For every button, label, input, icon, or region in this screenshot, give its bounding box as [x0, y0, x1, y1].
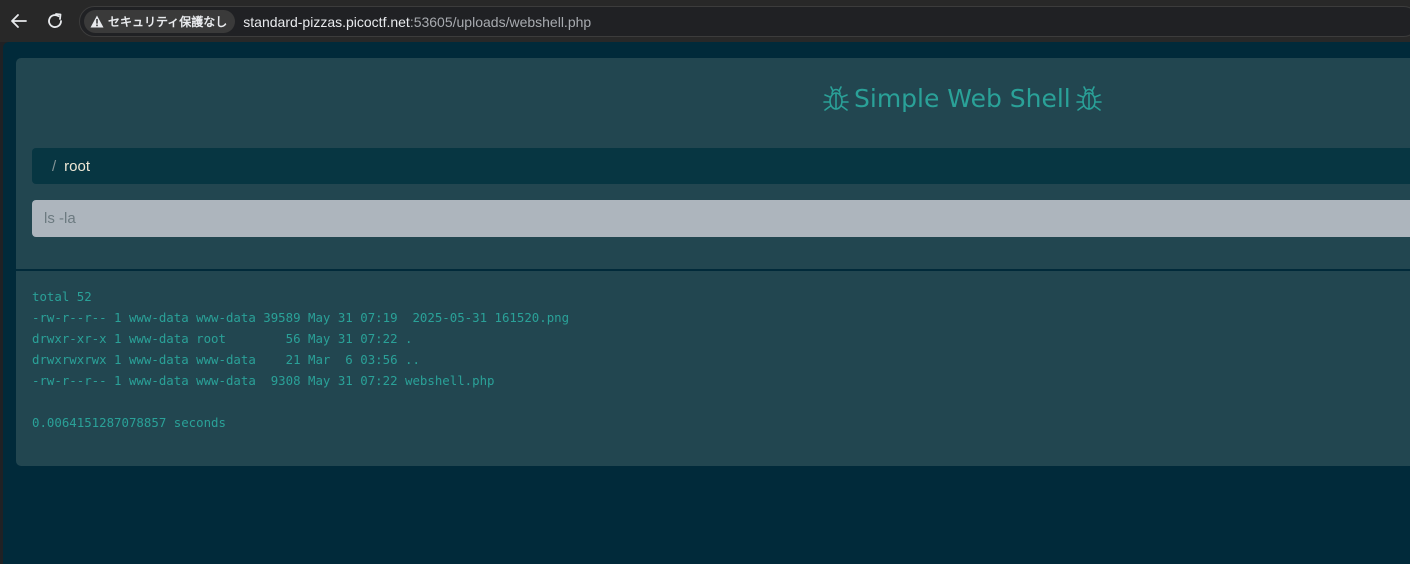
breadcrumb: / root — [32, 148, 1410, 184]
page-title: Simple Web Shell — [16, 82, 1410, 116]
command-input[interactable] — [32, 200, 1410, 237]
url-host: standard-pizzas.picoctf.net — [243, 13, 410, 30]
warning-triangle-icon — [90, 15, 104, 28]
url-text[interactable]: standard-pizzas.picoctf.net:53605/upload… — [243, 14, 591, 30]
bug-icon — [1075, 86, 1102, 111]
breadcrumb-item-root[interactable]: root — [64, 158, 90, 175]
title-text: Simple Web Shell — [854, 84, 1071, 113]
back-button[interactable] — [6, 8, 32, 34]
reload-button[interactable] — [42, 8, 68, 34]
breadcrumb-separator: / — [52, 157, 57, 175]
url-path: :53605/uploads/webshell.php — [409, 13, 592, 30]
bug-icon — [823, 86, 849, 111]
arrow-left-icon — [11, 14, 27, 28]
shell-header-card: Simple Web Shell / root — [16, 58, 1410, 269]
output-line: -rw-r--r-- 1 www-data www-data 9308 May … — [32, 373, 495, 388]
browser-toolbar: セキュリティ保護なし standard-pizzas.picoctf.net:5… — [0, 0, 1410, 42]
command-output: total 52 -rw-r--r-- 1 www-data www-data 3… — [32, 286, 569, 433]
output-line: 0.0064151287078857 seconds — [32, 415, 226, 430]
page-viewport: Simple Web Shell / root ls -la total 52 … — [3, 42, 1410, 564]
security-label: セキュリティ保護なし — [108, 15, 228, 29]
output-line: drwxr-xr-x 1 www-data root 56 May 31 07:… — [32, 331, 413, 346]
output-line: drwxrwxrwx 1 www-data www-data 21 Mar 6 … — [32, 352, 420, 367]
output-line: total 52 — [32, 289, 92, 304]
command-output-card: total 52 -rw-r--r-- 1 www-data www-data 3… — [16, 271, 1410, 466]
reload-icon — [48, 13, 62, 28]
security-chip[interactable]: セキュリティ保護なし — [84, 10, 236, 33]
output-line: -rw-r--r-- 1 www-data www-data 39589 May… — [32, 310, 570, 325]
address-bar[interactable]: セキュリティ保護なし standard-pizzas.picoctf.net:5… — [79, 6, 1410, 37]
